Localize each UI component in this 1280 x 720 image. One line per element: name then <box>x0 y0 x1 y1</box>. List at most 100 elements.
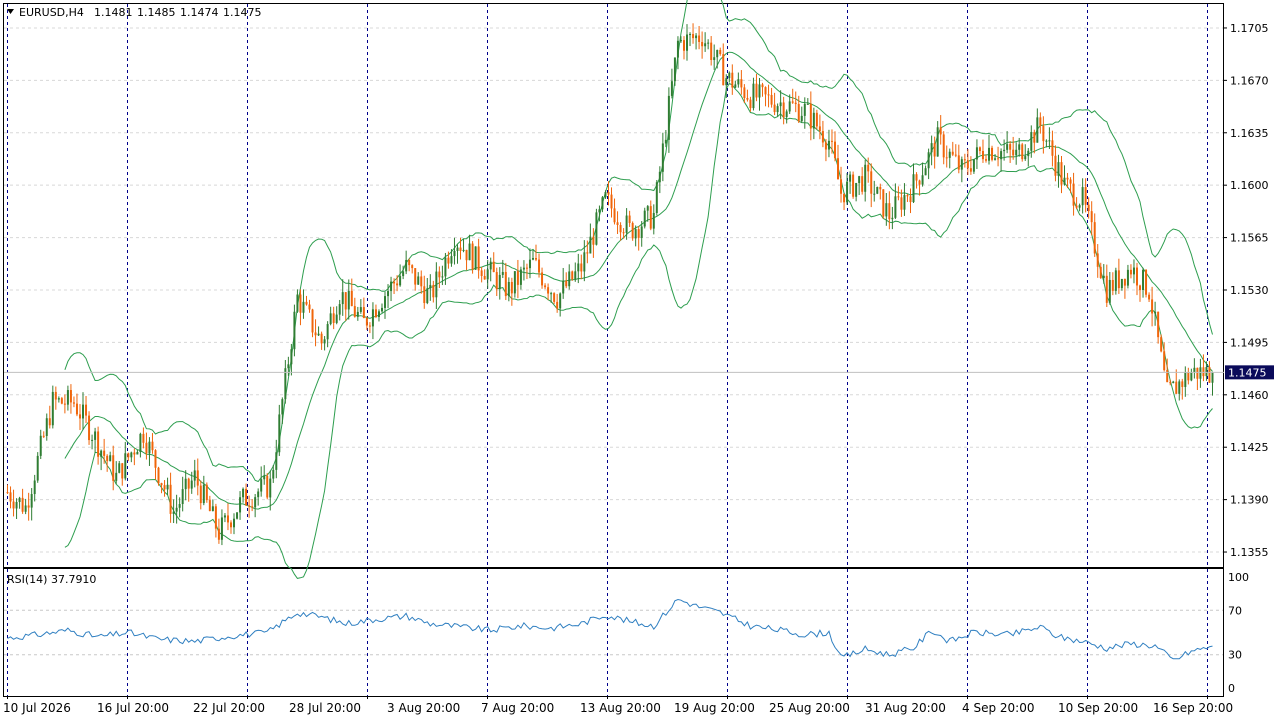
candle-body <box>48 418 51 426</box>
candle-body <box>640 226 643 238</box>
candle-body <box>97 431 100 457</box>
candle-body <box>891 217 894 220</box>
candle-body <box>824 142 827 150</box>
candle-body <box>1003 149 1006 152</box>
candle-body <box>565 280 568 287</box>
candle-body <box>746 97 749 100</box>
candle-body <box>193 470 196 481</box>
candle-body <box>852 174 855 197</box>
candle-body <box>489 261 492 270</box>
candle-body <box>75 403 78 415</box>
candle-body <box>118 463 121 473</box>
candle-body <box>1057 162 1060 176</box>
candle-body <box>897 196 900 198</box>
candle-body <box>139 433 142 453</box>
candle-body <box>63 403 66 405</box>
candle-body <box>317 333 320 336</box>
candle-body <box>456 247 459 251</box>
candle-body <box>196 470 199 486</box>
candle-body <box>855 183 858 197</box>
candle-body <box>900 197 903 210</box>
candle-body <box>755 83 758 98</box>
rsi-panel-frame <box>3 568 1224 697</box>
candle-body <box>78 414 81 419</box>
candle-body <box>743 87 746 98</box>
price-tick-label: 1.1495 <box>1230 336 1269 349</box>
candle-body <box>507 281 510 297</box>
price-tick-label: 1.1390 <box>1230 494 1269 507</box>
candle-body <box>522 267 525 270</box>
candle-body <box>1205 367 1208 377</box>
candle-body <box>951 151 954 155</box>
candle-body <box>960 159 963 170</box>
candle-body <box>531 258 534 260</box>
candle-body <box>365 318 368 326</box>
candle-body <box>1024 156 1027 160</box>
candle-body <box>1078 205 1081 208</box>
candle-body <box>1157 311 1160 338</box>
candle-body <box>592 236 595 245</box>
candle-body <box>1033 132 1036 143</box>
candle-body <box>223 515 226 518</box>
candle-body <box>211 506 214 512</box>
ohlc-open: 1.1481 <box>94 6 133 19</box>
candle-body <box>583 252 586 272</box>
candle-body <box>927 152 930 169</box>
candle-body <box>263 475 266 480</box>
time-tick-label: 28 Jul 20:00 <box>289 701 361 715</box>
candle-body <box>266 475 269 498</box>
candle-body <box>1142 269 1145 290</box>
candle-body <box>1009 144 1012 150</box>
candle-body <box>1042 125 1045 142</box>
candle-body <box>1181 381 1184 387</box>
candle-body <box>33 480 36 495</box>
candle-body <box>933 143 936 157</box>
candle-body <box>380 307 383 312</box>
candle-body <box>293 311 296 350</box>
candle-body <box>1036 117 1039 143</box>
candle-body <box>66 390 69 405</box>
candle-body <box>797 104 800 122</box>
candle-body <box>69 390 72 403</box>
candle-body <box>27 505 30 508</box>
candle-body <box>72 402 75 404</box>
rsi-tick-label: 100 <box>1228 571 1249 584</box>
candle-body <box>184 478 187 490</box>
candle-body <box>649 206 652 229</box>
candle-body <box>773 104 776 113</box>
price-tick-label: 1.1355 <box>1230 546 1269 559</box>
candle-body <box>676 40 679 58</box>
candle-body <box>1096 253 1099 267</box>
candle-body <box>652 212 655 229</box>
chart-canvas[interactable]: 1.1705 1.1670 1.1635 1.1600 1.1565 1.1530 1.14… <box>0 0 1280 720</box>
candle-body <box>1102 275 1105 279</box>
candle-body <box>821 131 824 143</box>
candle-body <box>483 276 486 280</box>
candle-body <box>9 492 12 502</box>
candle-body <box>387 291 390 297</box>
candle-body <box>429 284 432 289</box>
ohlc-low: 1.1474 <box>180 6 219 19</box>
price-tick-label: 1.1635 <box>1230 127 1269 140</box>
candle-body <box>812 112 815 129</box>
candle-body <box>966 160 969 169</box>
candle-body <box>226 515 229 523</box>
candle-body <box>278 414 281 453</box>
candle-body <box>438 271 441 278</box>
candle-body <box>873 193 876 195</box>
candle-body <box>544 285 547 288</box>
candle-body <box>643 210 646 227</box>
candle-body <box>637 229 640 238</box>
time-tick-label: 22 Jul 20:00 <box>193 701 265 715</box>
candle-body <box>320 333 323 344</box>
time-tick-label: 10 Jul 2026 <box>3 701 71 715</box>
candle-body <box>305 301 308 305</box>
candle-body <box>915 174 918 181</box>
candle-body <box>936 127 939 157</box>
candle-body <box>867 164 870 172</box>
candle-body <box>1093 222 1096 254</box>
candle-body <box>175 507 178 512</box>
candle-body <box>435 271 438 298</box>
candle-body <box>1117 270 1120 289</box>
price-tick-label: 1.1565 <box>1230 232 1269 245</box>
